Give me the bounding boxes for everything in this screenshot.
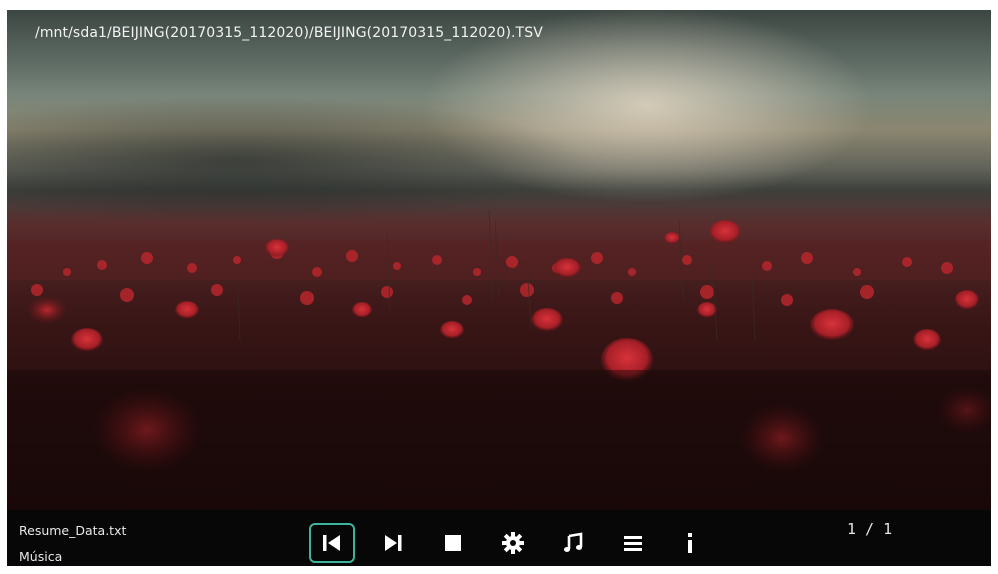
background-photo xyxy=(7,10,991,510)
stop-icon xyxy=(445,535,461,551)
resume-file-label: Resume_Data.txt xyxy=(19,523,127,538)
previous-button[interactable] xyxy=(309,523,355,563)
player-screen: /mnt/sda1/BEIJING(20170315_112020)/BEIJI… xyxy=(7,10,991,566)
status-panel: Resume_Data.txt Música xyxy=(15,516,295,566)
skip-next-icon xyxy=(385,535,402,551)
stop-button[interactable] xyxy=(430,523,476,563)
page-counter: 1 / 1 xyxy=(847,520,893,538)
info-button[interactable] xyxy=(667,523,713,563)
playlist-button[interactable] xyxy=(610,523,656,563)
list-icon xyxy=(624,536,642,551)
settings-button[interactable] xyxy=(490,523,536,563)
category-label: Música xyxy=(19,549,63,564)
music-note-icon xyxy=(564,532,583,552)
file-path-label: /mnt/sda1/BEIJING(20170315_112020)/BEIJI… xyxy=(35,25,543,41)
gear-icon xyxy=(502,532,524,554)
next-button[interactable] xyxy=(370,523,416,563)
control-bar: Resume_Data.txt Música 1 / 1 xyxy=(7,510,991,566)
skip-previous-icon xyxy=(323,535,340,551)
music-button[interactable] xyxy=(550,523,596,563)
poppy-field xyxy=(7,209,991,510)
info-icon xyxy=(688,533,692,553)
